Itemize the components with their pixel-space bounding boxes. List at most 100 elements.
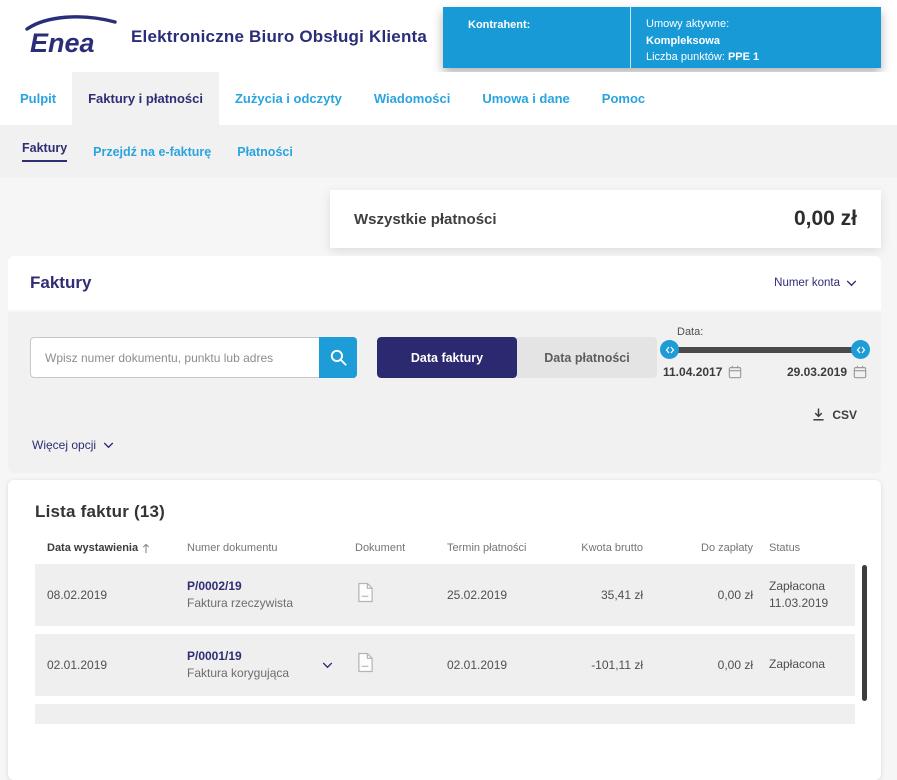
download-icon: [812, 407, 825, 422]
summary-label: Wszystkie płatności: [354, 211, 497, 228]
cell-doc-number: P/0002/19 Faktura rzeczywista: [175, 578, 343, 613]
date-label: Data:: [677, 326, 867, 338]
contract-info-box: Kontrahent: Umowy aktywne: Kompleksowa L…: [443, 7, 881, 68]
cell-gross: 35,41 zł: [565, 588, 645, 602]
date-range-slider: Data: 11.04.2017: [663, 326, 867, 379]
invoice-number-link[interactable]: P/0001/19: [187, 648, 322, 665]
cell-status: Zapłacona: [755, 656, 855, 673]
search-button[interactable]: [319, 337, 357, 378]
app-header: Enea Elektroniczne Biuro Obsługi Klienta…: [0, 0, 897, 72]
account-number-dropdown[interactable]: Numer konta: [774, 277, 857, 289]
document-icon[interactable]: [357, 582, 374, 603]
cell-document: [343, 582, 435, 608]
date-from-item: 11.04.2017: [663, 365, 742, 379]
column-header-due-date: Termin płatności: [435, 542, 565, 554]
invoice-type-label: Faktura korygująca: [187, 665, 322, 682]
table-header-row: Data wystawienia Numer dokumentu Dokumen…: [35, 538, 855, 558]
payments-summary-card: Wszystkie płatności 0,00 zł: [330, 190, 881, 248]
column-header-status: Status: [755, 542, 855, 554]
calendar-icon[interactable]: [728, 365, 742, 379]
more-options-link[interactable]: Więcej opcji: [32, 438, 114, 452]
points-label: Liczba punktów:: [646, 51, 725, 63]
cell-document: [343, 652, 435, 678]
csv-download-link[interactable]: CSV: [812, 407, 857, 422]
chevron-down-icon: [103, 442, 114, 449]
slider-dates: 11.04.2017 29.03.2019: [663, 365, 867, 379]
points-line: Liczba punktów: PPE 1: [646, 49, 881, 66]
slider-track[interactable]: [663, 347, 867, 353]
cell-status: Zapłacona 11.03.2019: [755, 578, 855, 613]
date-to-item: 29.03.2019: [787, 365, 867, 379]
contract-type: Kompleksowa: [646, 33, 881, 50]
row-expand-chevron[interactable]: [322, 662, 333, 669]
slider-handle-from[interactable]: [660, 340, 679, 359]
filter-panel: Data faktury Data płatności Data: 11.04.…: [8, 312, 881, 473]
contract-details: Umowy aktywne: Kompleksowa Liczba punktó…: [630, 7, 881, 68]
nav-item-pulpit[interactable]: Pulpit: [4, 72, 72, 125]
summary-amount: 0,00 zł: [794, 207, 857, 231]
cell-due-date: 02.01.2019: [435, 658, 565, 672]
invoice-number-link[interactable]: P/0002/19: [187, 578, 343, 595]
cell-to-pay: 0,00 zł: [645, 588, 755, 602]
subnav-item-e-faktura[interactable]: Przejdź na e-fakturę: [93, 145, 211, 159]
invoice-list-title: Lista faktur (13): [35, 502, 855, 522]
column-header-issue-date[interactable]: Data wystawienia: [35, 542, 175, 554]
page: Enea Elektroniczne Biuro Obsługi Klienta…: [0, 0, 897, 708]
cell-issue-date: 02.01.2019: [35, 658, 175, 672]
slider-arrows-icon: [665, 346, 675, 354]
more-options-label: Więcej opcji: [32, 438, 96, 452]
cell-due-date: 25.02.2019: [435, 588, 565, 602]
column-header-gross: Kwota brutto: [565, 542, 645, 554]
csv-label: CSV: [832, 408, 857, 422]
column-header-doc-number: Numer dokumentu: [175, 542, 343, 554]
invoice-type-label: Faktura rzeczywista: [187, 595, 343, 612]
points-value: PPE 1: [728, 51, 759, 63]
status-date: 11.03.2019: [769, 595, 855, 612]
contracts-label: Umowy aktywne:: [646, 16, 881, 33]
cell-issue-date: 08.02.2019: [35, 588, 175, 602]
nav-item-pomoc[interactable]: Pomoc: [586, 72, 661, 125]
table-row: 02.01.2019 P/0001/19 Faktura korygująca …: [35, 634, 855, 696]
main-nav: Pulpit Faktury i płatności Zużycia i odc…: [0, 72, 897, 125]
search-icon: [329, 348, 348, 367]
cell-to-pay: 0,00 zł: [645, 658, 755, 672]
table-row: 08.02.2019 P/0002/19 Faktura rzeczywista…: [35, 564, 855, 626]
slider-arrows-icon: [856, 346, 866, 354]
date-type-toggle: Data faktury Data płatności: [377, 337, 657, 378]
search-input[interactable]: [30, 337, 357, 378]
date-from-value: 11.04.2017: [663, 365, 722, 379]
nav-item-wiadomosci[interactable]: Wiadomości: [358, 72, 466, 125]
toggle-invoice-date[interactable]: Data faktury: [377, 337, 517, 378]
section-title: Faktury: [30, 273, 91, 293]
status-label: Zapłacona: [769, 578, 855, 595]
nav-item-zuzycia-i-odczyty[interactable]: Zużycia i odczyty: [219, 72, 358, 125]
sort-ascending-icon: [142, 543, 150, 554]
chevron-down-icon: [846, 280, 857, 287]
calendar-icon[interactable]: [853, 365, 867, 379]
enea-logo[interactable]: Enea: [22, 13, 122, 64]
cell-gross: -101,11 zł: [565, 658, 645, 672]
logo-text: Enea: [30, 28, 95, 58]
search-box: [30, 337, 357, 378]
app-title: Elektroniczne Biuro Obsługi Klienta: [131, 27, 427, 47]
chevron-down-icon: [322, 662, 333, 669]
column-header-document: Dokument: [343, 542, 435, 554]
account-dropdown-label: Numer konta: [774, 277, 840, 289]
subnav-item-faktury[interactable]: Faktury: [22, 141, 67, 162]
nav-item-umowa-i-dane[interactable]: Umowa i dane: [466, 72, 585, 125]
toggle-payment-date[interactable]: Data płatności: [517, 337, 657, 378]
cell-doc-number: P/0001/19 Faktura korygująca: [175, 648, 343, 683]
column-header-to-pay: Do zapłaty: [645, 542, 755, 554]
slider-handle-to[interactable]: [851, 340, 870, 359]
sub-nav: Faktury Przejdź na e-fakturę Płatności: [0, 125, 897, 178]
invoices-section-header: Faktury Numer konta: [8, 256, 881, 310]
column-label: Data wystawienia: [47, 542, 138, 554]
document-icon[interactable]: [357, 652, 374, 673]
list-scrollbar[interactable]: [862, 565, 867, 701]
contractor-label: Kontrahent:: [443, 7, 630, 68]
subnav-item-platnosci[interactable]: Płatności: [237, 145, 293, 159]
enea-logo-icon: Enea: [22, 13, 122, 59]
status-label: Zapłacona: [769, 656, 855, 673]
date-to-value: 29.03.2019: [787, 365, 847, 379]
nav-item-faktury-i-platnosci[interactable]: Faktury i płatności: [72, 72, 219, 125]
